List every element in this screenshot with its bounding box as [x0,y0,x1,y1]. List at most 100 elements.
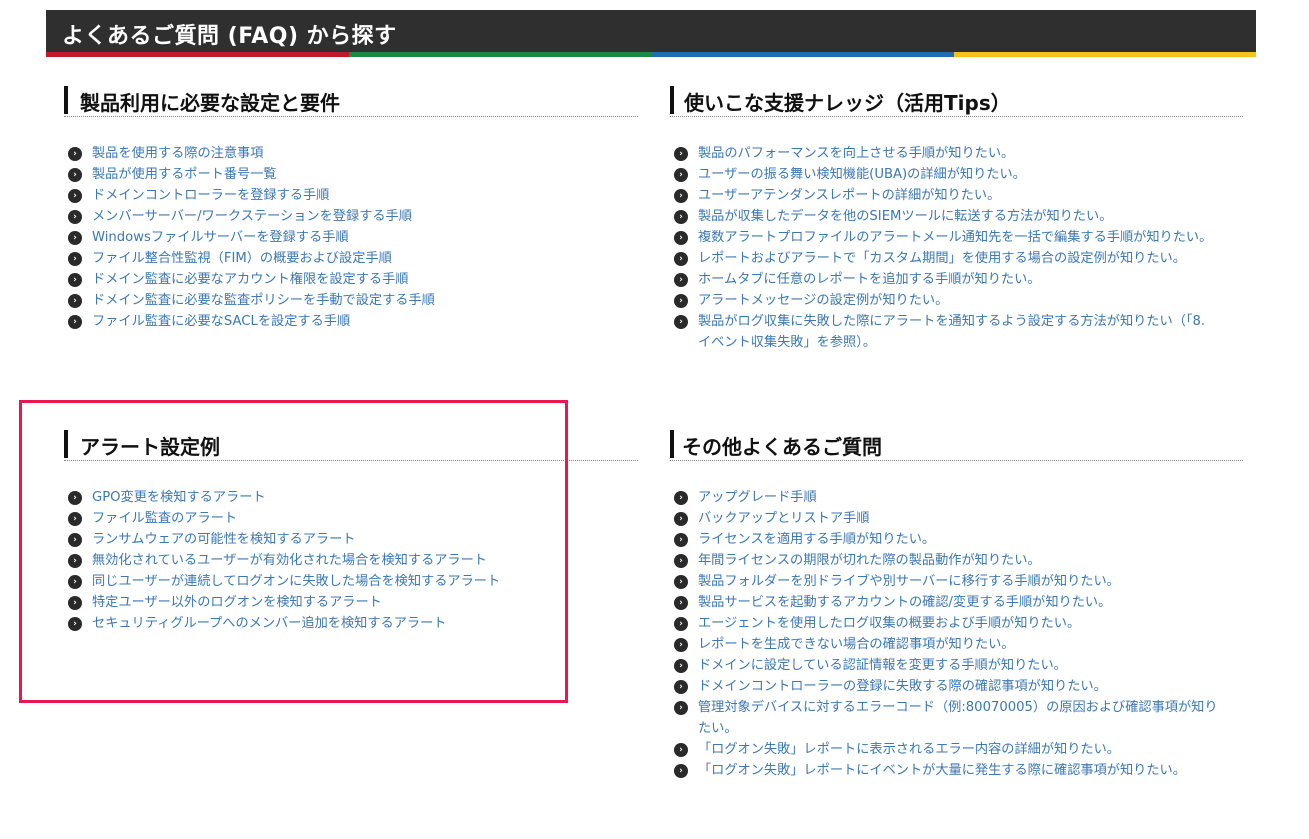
color-bar-blue [651,52,954,57]
chevron-right-circle-icon: › [674,701,688,715]
faq-link[interactable]: ドメイン監査に必要なアカウント権限を設定する手順 [92,272,409,287]
chevron-right-circle-icon: › [674,512,688,526]
faq-link[interactable]: 複数アラートプロファイルのアラートメール通知先を一括で編集する手順が知りたい。 [698,230,1212,245]
chevron-right-circle-icon: › [674,659,688,673]
faq-item: › 製品が使用するポート番号一覧 [68,164,638,185]
faq-list: › 製品を使用する際の注意事項 › 製品が使用するポート番号一覧 › ドメインコントローラ… [68,143,638,332]
faq-list: › 製品のパフォーマンスを向上させる手順が知りたい。 › ユーザーの振る舞い検知機能(… [674,143,1219,353]
color-bar-red [46,52,349,57]
faq-link[interactable]: ユーザーアテンダンスレポートの詳細が知りたい。 [698,188,1000,203]
faq-item: › 管理対象デバイスに対するエラーコード（例:80070005）の原因および確認事… [674,697,1224,739]
faq-item: › ドメインコントローラーを登録する手順 [68,185,638,206]
faq-header: よくあるご質問 (FAQ) から探す [46,10,1256,52]
chevron-right-circle-icon: › [674,252,688,266]
faq-item: › 年間ライセンスの期限が切れた際の製品動作が知りたい。 [674,550,1224,571]
faq-link[interactable]: ファイル整合性監視（FIM）の概要および設定手順 [92,251,392,266]
faq-item: › 製品を使用する際の注意事項 [68,143,638,164]
chevron-right-circle-icon: › [674,617,688,631]
section-requirements: 製品利用に必要な設定と要件 › 製品を使用する際の注意事項 › 製品が使用するポート番… [64,86,638,332]
section-title: その他よくあるご質問 [682,435,882,459]
chevron-right-circle-icon: › [674,231,688,245]
faq-item: › ドメインに設定している認証情報を変更する手順が知りたい。 [674,655,1224,676]
faq-link[interactable]: 「ログオン失敗」レポートにイベントが大量に発生する際に確認事項が知りたい。 [698,763,1186,778]
chevron-right-circle-icon: › [674,210,688,224]
chevron-right-circle-icon: › [674,315,688,329]
faq-item: › レポートおよびアラートで「カスタム期間」を使用する場合の設定例が知りたい。 [674,248,1219,269]
chevron-right-circle-icon: › [674,596,688,610]
faq-link[interactable]: 製品が使用するポート番号一覧 [92,167,277,182]
chevron-right-circle-icon: › [674,147,688,161]
faq-item: › レポートを生成できない場合の確認事項が知りたい。 [674,634,1224,655]
faq-item: › Windowsファイルサーバーを登録する手順 [68,227,638,248]
header-color-bar [46,52,1256,57]
faq-link[interactable]: 製品のパフォーマンスを向上させる手順が知りたい。 [698,146,1014,161]
faq-link[interactable]: レポートを生成できない場合の確認事項が知りたい。 [698,637,1015,652]
faq-link[interactable]: ドメインコントローラーの登録に失敗する際の確認事項が知りたい。 [698,679,1107,694]
faq-link[interactable]: 製品が収集したデータを他のSIEMツールに転送する方法が知りたい。 [698,209,1112,224]
faq-item: › ユーザーの振る舞い検知機能(UBA)の詳細が知りたい。 [674,164,1219,185]
faq-item: › ドメイン監査に必要な監査ポリシーを手動で設定する手順 [68,290,638,311]
chevron-right-circle-icon: › [68,252,82,266]
chevron-right-circle-icon: › [674,743,688,757]
faq-item: › アラートメッセージの設定例が知りたい。 [674,290,1219,311]
faq-item: › 製品のパフォーマンスを向上させる手順が知りたい。 [674,143,1219,164]
faq-link[interactable]: ファイル監査に必要なSACLを設定する手順 [92,314,350,329]
chevron-right-circle-icon: › [674,533,688,547]
faq-item: › ドメインコントローラーの登録に失敗する際の確認事項が知りたい。 [674,676,1224,697]
section-heading: 製品利用に必要な設定と要件 [64,86,638,117]
chevron-right-circle-icon: › [674,680,688,694]
faq-link[interactable]: レポートおよびアラートで「カスタム期間」を使用する場合の設定例が知りたい。 [698,251,1186,266]
faq-item: › バックアップとリストア手順 [674,508,1224,529]
chevron-right-circle-icon: › [674,491,688,505]
chevron-right-circle-icon: › [674,575,688,589]
faq-link[interactable]: 管理対象デバイスに対するエラーコード（例:80070005）の原因および確認事項… [698,700,1218,736]
section-heading: その他よくあるご質問 [670,430,1243,461]
chevron-right-circle-icon: › [674,554,688,568]
faq-item: › 製品フォルダーを別ドライブや別サーバーに移行する手順が知りたい。 [674,571,1224,592]
faq-link[interactable]: ドメイン監査に必要な監査ポリシーを手動で設定する手順 [92,293,435,308]
section-heading: 使いこな支援ナレッジ（活用Tips） [670,86,1243,117]
faq-item: › 「ログオン失敗」レポートに表示されるエラー内容の詳細が知りたい。 [674,739,1224,760]
faq-link[interactable]: アラートメッセージの設定例が知りたい。 [698,293,948,308]
faq-link[interactable]: 製品を使用する際の注意事項 [92,146,263,161]
color-bar-yellow [953,52,1256,57]
faq-link[interactable]: ドメインコントローラーを登録する手順 [92,188,329,203]
faq-link[interactable]: 「ログオン失敗」レポートに表示されるエラー内容の詳細が知りたい。 [698,742,1120,757]
faq-item: › 製品が収集したデータを他のSIEMツールに転送する方法が知りたい。 [674,206,1219,227]
faq-link[interactable]: バックアップとリストア手順 [698,511,869,526]
faq-item: › 複数アラートプロファイルのアラートメール通知先を一括で編集する手順が知りたい。 [674,227,1219,248]
faq-item: › エージェントを使用したログ収集の概要および手順が知りたい。 [674,613,1224,634]
chevron-right-circle-icon: › [68,231,82,245]
faq-link[interactable]: 年間ライセンスの期限が切れた際の製品動作が知りたい。 [698,553,1041,568]
faq-item: › メンバーサーバー/ワークステーションを登録する手順 [68,206,638,227]
faq-link[interactable]: Windowsファイルサーバーを登録する手順 [92,230,349,245]
faq-link[interactable]: ライセンスを適用する手順が知りたい。 [698,532,935,547]
highlight-box [19,400,568,703]
faq-item: › アップグレード手順 [674,487,1224,508]
faq-item: › 製品がログ収集に失敗した際にアラートを通知するよう設定する方法が知りたい（「8… [674,311,1219,353]
faq-link[interactable]: アップグレード手順 [698,490,817,505]
heading-accent-bar [670,430,674,458]
color-bar-green [348,52,651,57]
chevron-right-circle-icon: › [674,168,688,182]
chevron-right-circle-icon: › [68,294,82,308]
chevron-right-circle-icon: › [68,168,82,182]
faq-list: › アップグレード手順 › バックアップとリストア手順 › ライセンスを適用する手順が知り… [674,487,1224,781]
heading-accent-bar [670,86,674,114]
chevron-right-circle-icon: › [68,189,82,203]
faq-link[interactable]: 製品がログ収集に失敗した際にアラートを通知するよう設定する方法が知りたい（「8.… [698,314,1205,350]
faq-link[interactable]: ドメインに設定している認証情報を変更する手順が知りたい。 [698,658,1067,673]
chevron-right-circle-icon: › [68,210,82,224]
faq-link[interactable]: ユーザーの振る舞い検知機能(UBA)の詳細が知りたい。 [698,167,1026,182]
faq-link[interactable]: ホームタブに任意のレポートを追加する手順が知りたい。 [698,272,1040,287]
faq-item: › ファイル整合性監視（FIM）の概要および設定手順 [68,248,638,269]
faq-item: › ユーザーアテンダンスレポートの詳細が知りたい。 [674,185,1219,206]
chevron-right-circle-icon: › [674,189,688,203]
faq-link[interactable]: 製品フォルダーを別ドライブや別サーバーに移行する手順が知りたい。 [698,574,1120,589]
faq-link[interactable]: エージェントを使用したログ収集の概要および手順が知りたい。 [698,616,1080,631]
faq-link[interactable]: 製品サービスを起動するアカウントの確認/変更する手順が知りたい。 [698,595,1111,610]
chevron-right-circle-icon: › [674,273,688,287]
faq-header-title: よくあるご質問 (FAQ) から探す [62,24,397,49]
section-title: 製品利用に必要な設定と要件 [80,91,340,115]
faq-link[interactable]: メンバーサーバー/ワークステーションを登録する手順 [92,209,412,224]
